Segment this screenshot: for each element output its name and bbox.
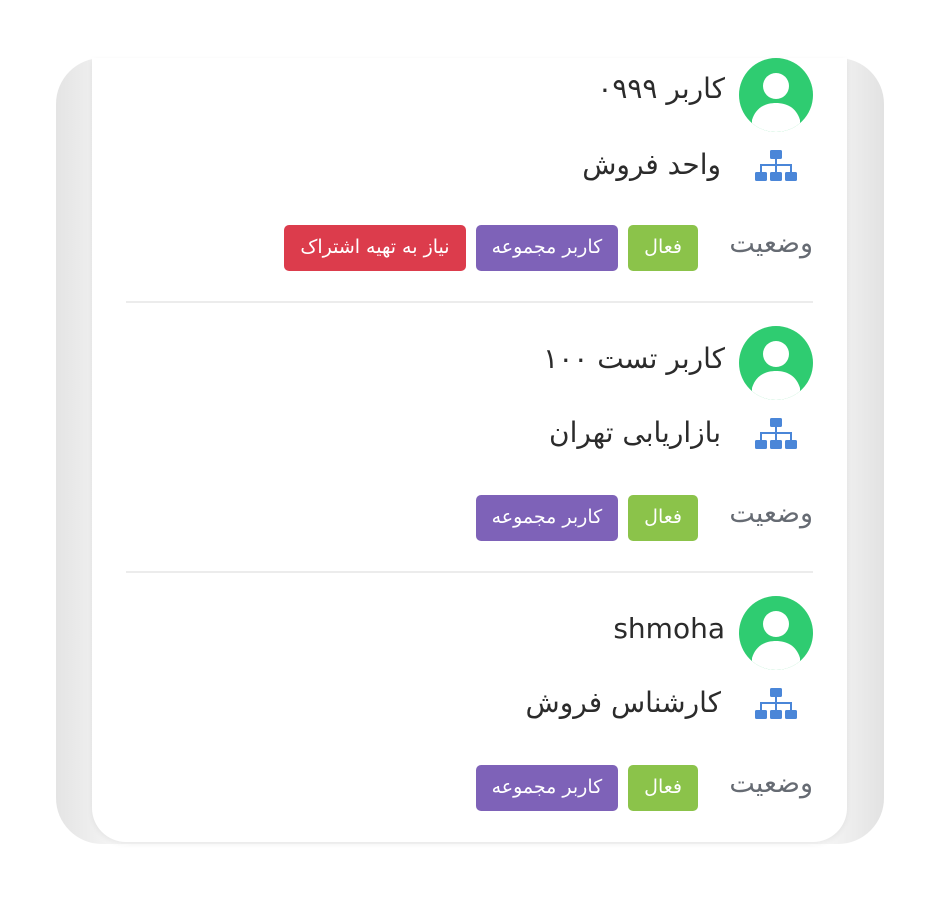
org-chart-icon bbox=[755, 688, 797, 722]
user-item[interactable]: کاربر تست ۱۰۰ بازاریابی تهران وضعیت فعال… bbox=[123, 326, 813, 570]
user-item[interactable]: کاربر ۰۹۹۹ واحد فروش وضعیت فعال کاربر مج… bbox=[123, 58, 813, 302]
unit-name: کارشناس فروش bbox=[525, 686, 721, 719]
user-avatar-icon bbox=[739, 58, 813, 132]
unit-name: واحد فروش bbox=[582, 148, 721, 181]
group-user-badge: کاربر مجموعه bbox=[475, 765, 619, 811]
org-chart-icon bbox=[755, 418, 797, 452]
user-list-card: کاربر ۰۹۹۹ واحد فروش وضعیت فعال کاربر مج… bbox=[92, 58, 847, 842]
status-badges: فعال کاربر مجموعه bbox=[475, 765, 698, 811]
status-badges: فعال کاربر مجموعه نیاز به تهیه اشتراک bbox=[284, 225, 698, 271]
unit-name: بازاریابی تهران bbox=[549, 416, 721, 449]
divider bbox=[126, 301, 813, 303]
subscription-needed-badge: نیاز به تهیه اشتراک bbox=[284, 225, 466, 271]
active-badge: فعال bbox=[628, 495, 698, 541]
user-avatar-icon bbox=[739, 326, 813, 400]
status-label: وضعیت bbox=[729, 228, 813, 259]
divider bbox=[126, 571, 813, 573]
user-name: کاربر ۰۹۹۹ bbox=[597, 72, 725, 105]
user-avatar-icon bbox=[739, 596, 813, 670]
status-label: وضعیت bbox=[729, 768, 813, 799]
org-chart-icon bbox=[755, 150, 797, 184]
active-badge: فعال bbox=[628, 765, 698, 811]
user-item[interactable]: shmoha کارشناس فروش وضعیت فعال کاربر مجم… bbox=[123, 596, 813, 840]
active-badge: فعال bbox=[628, 225, 698, 271]
group-user-badge: کاربر مجموعه bbox=[475, 495, 619, 541]
status-label: وضعیت bbox=[729, 498, 813, 529]
group-user-badge: کاربر مجموعه bbox=[475, 225, 619, 271]
user-name: shmoha bbox=[613, 612, 725, 645]
user-name: کاربر تست ۱۰۰ bbox=[543, 342, 725, 375]
status-badges: فعال کاربر مجموعه bbox=[475, 495, 698, 541]
